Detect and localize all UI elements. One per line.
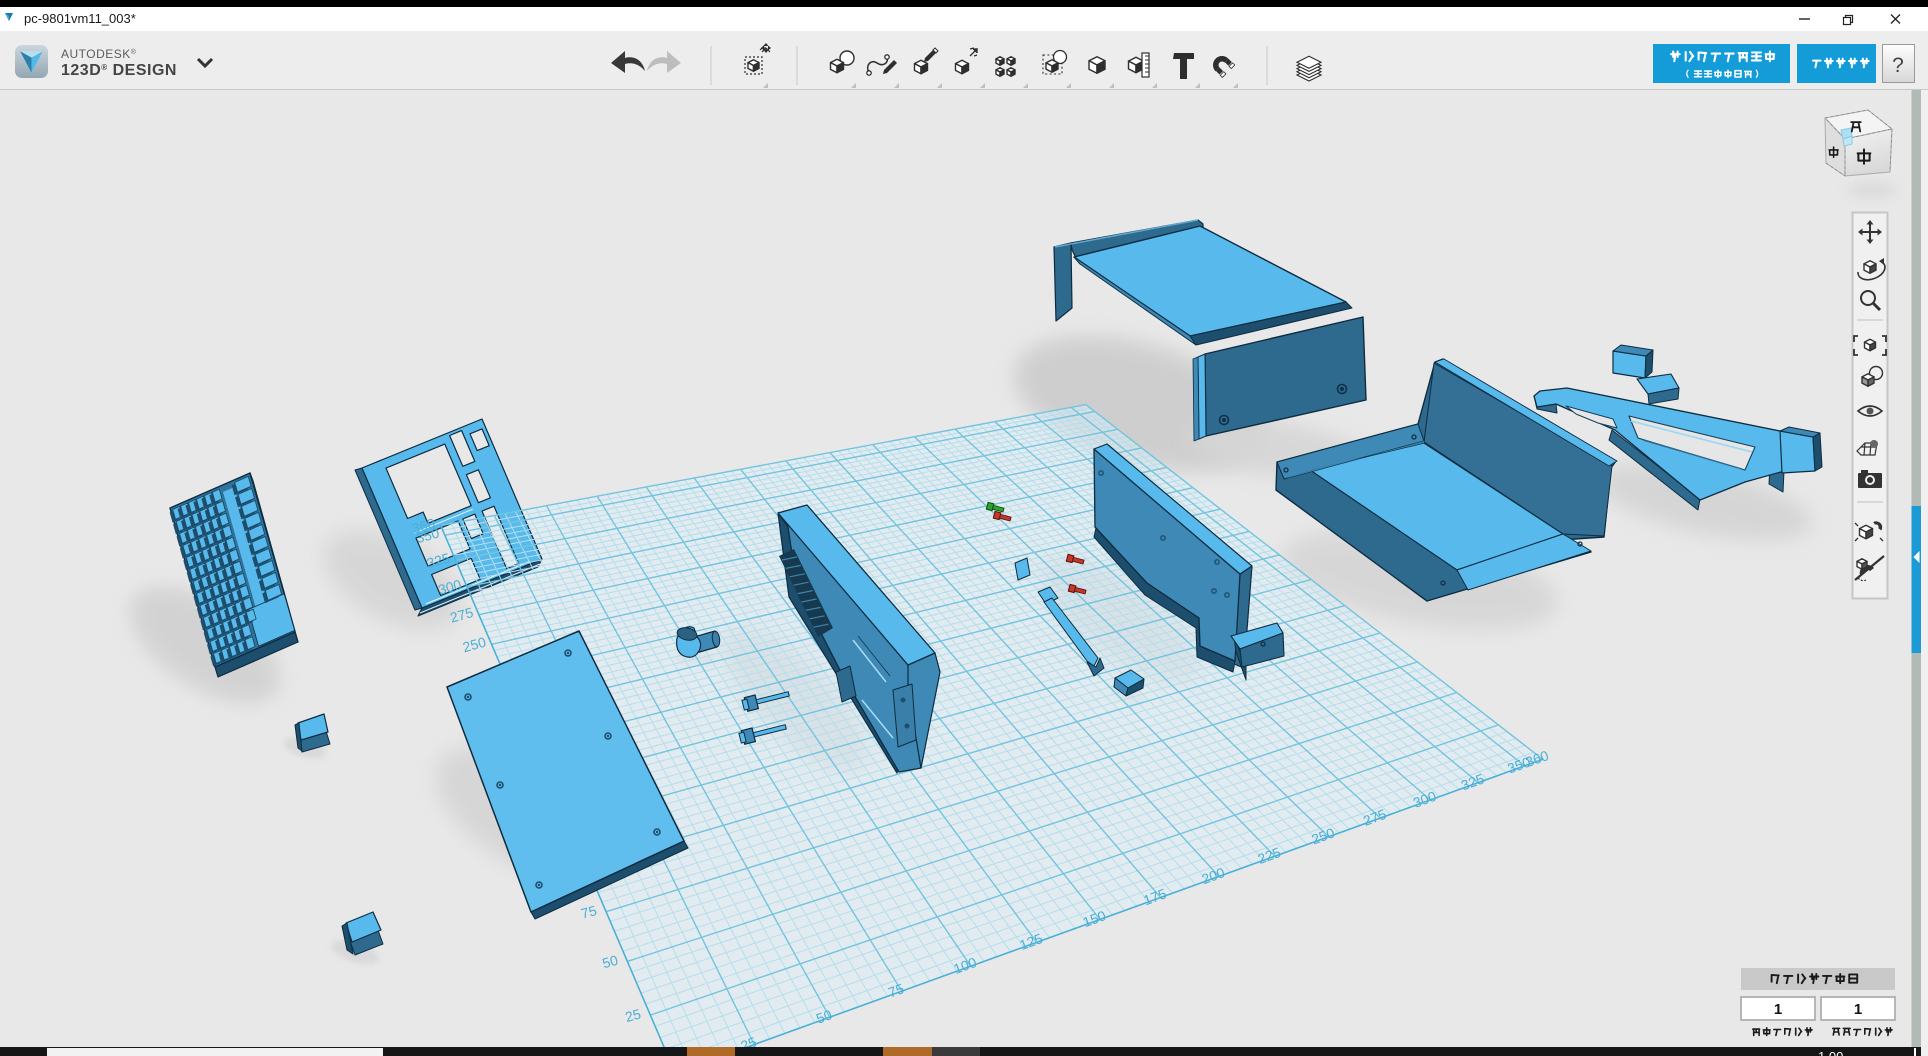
svg-text:1.00: 1.00 bbox=[1818, 1049, 1843, 1056]
svg-text:AUTODESK®: AUTODESK® bbox=[61, 47, 137, 61]
svg-text:1: 1 bbox=[1854, 1001, 1862, 1018]
svg-text:pc-9801vm11_003*: pc-9801vm11_003* bbox=[24, 11, 136, 26]
svg-text:1: 1 bbox=[1774, 1001, 1782, 1018]
svg-text:?: ? bbox=[1892, 54, 1904, 77]
svg-text:123D® DESIGN: 123D® DESIGN bbox=[61, 62, 177, 79]
